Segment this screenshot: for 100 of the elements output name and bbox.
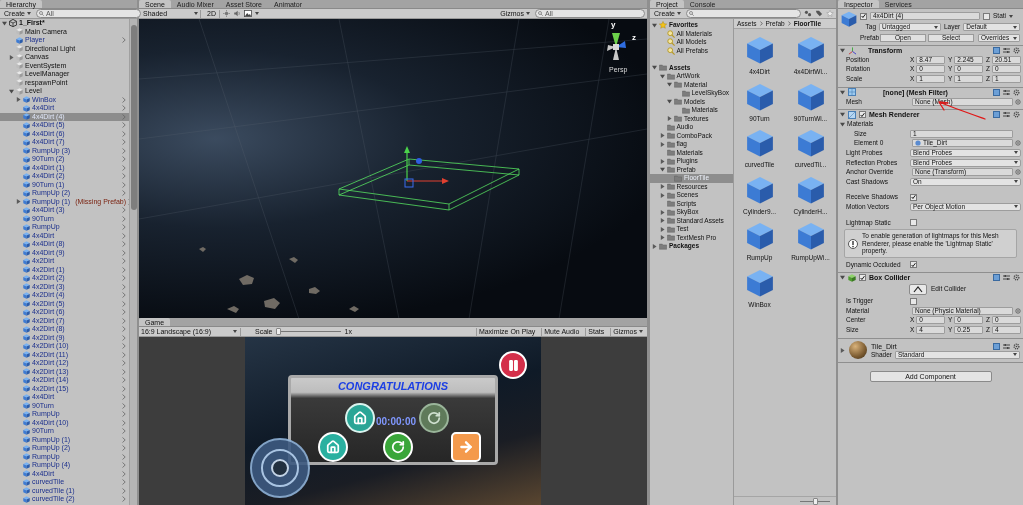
caret-icon xyxy=(1013,25,1017,29)
home-icon xyxy=(353,411,367,425)
cube-icon xyxy=(841,11,857,27)
disclosure-triangle-icon[interactable] xyxy=(659,158,665,164)
settings-icon[interactable] xyxy=(1013,88,1020,96)
search-icon xyxy=(538,11,543,16)
edit-collider-button[interactable] xyxy=(909,283,927,295)
caret-icon xyxy=(1014,180,1018,184)
disclosure-triangle-icon[interactable] xyxy=(16,97,21,103)
disclosure-triangle-icon[interactable] xyxy=(9,88,14,94)
disclosure-triangle-icon[interactable] xyxy=(840,121,845,127)
caret-icon xyxy=(639,330,643,333)
cube-icon xyxy=(745,175,774,204)
settings-icon[interactable] xyxy=(1013,47,1020,54)
disclosure-triangle-icon[interactable] xyxy=(840,89,845,95)
disclosure-triangle-icon[interactable] xyxy=(659,184,665,190)
scale-slider-thumb[interactable] xyxy=(276,328,282,335)
settings-icon[interactable] xyxy=(1013,111,1020,119)
disclosure-triangle-icon[interactable] xyxy=(667,99,672,105)
sliders-icon[interactable] xyxy=(1003,88,1010,96)
caret-icon xyxy=(27,12,31,15)
disclosure-triangle-icon[interactable] xyxy=(659,218,665,224)
disclosure-triangle-icon[interactable] xyxy=(652,243,657,249)
disclosure-triangle-icon[interactable] xyxy=(659,235,665,241)
caret-icon xyxy=(526,12,530,15)
checkbox[interactable] xyxy=(910,261,917,269)
scene-icon xyxy=(9,19,17,28)
sliders-icon[interactable] xyxy=(1003,274,1010,282)
disclosure-triangle-icon[interactable] xyxy=(652,22,657,28)
object-picker-icon[interactable] xyxy=(1015,140,1021,147)
sliders-icon[interactable] xyxy=(1003,342,1010,350)
help-book-icon[interactable] xyxy=(993,111,1000,119)
axis-label: y xyxy=(611,20,616,29)
object-picker-icon[interactable] xyxy=(1015,98,1021,105)
checkbox[interactable] xyxy=(859,274,866,282)
object-picker-icon[interactable] xyxy=(1015,169,1021,176)
caret-icon xyxy=(1014,151,1018,155)
disclosure-triangle-icon[interactable] xyxy=(659,133,665,139)
cube-icon xyxy=(745,129,774,157)
speaker-icon[interactable] xyxy=(232,10,241,17)
cube-icon xyxy=(745,82,774,111)
home-icon xyxy=(326,440,340,454)
filter-icon[interactable] xyxy=(804,10,812,17)
checkbox[interactable] xyxy=(910,297,917,305)
checkbox[interactable] xyxy=(983,12,990,20)
checkbox[interactable] xyxy=(860,12,867,20)
disclosure-triangle-icon[interactable] xyxy=(840,48,845,53)
disclosure-triangle-icon[interactable] xyxy=(9,54,14,60)
pause-button[interactable] xyxy=(499,351,527,379)
disclosure-triangle-icon[interactable] xyxy=(659,209,665,215)
disclosure-triangle-icon[interactable] xyxy=(659,141,665,147)
disclosure-triangle-icon[interactable] xyxy=(659,226,665,232)
disclosure-triangle-icon[interactable] xyxy=(840,347,845,353)
cube-icon xyxy=(796,175,825,204)
disclosure-triangle-icon[interactable] xyxy=(840,112,845,118)
chevron-right-icon[interactable] xyxy=(122,37,126,44)
disclosure-triangle-icon[interactable] xyxy=(667,116,672,122)
timer-text: 00:00:00 xyxy=(376,416,417,427)
disclosure-triangle-icon[interactable] xyxy=(667,82,672,88)
dialog-title: CONGRATULATIONS xyxy=(336,380,450,392)
sun-icon[interactable] xyxy=(222,10,230,17)
help-book-icon[interactable] xyxy=(993,88,1000,96)
settings-icon[interactable] xyxy=(1013,274,1020,282)
axis-label: z xyxy=(632,33,636,42)
sliders-icon[interactable] xyxy=(1003,111,1010,119)
help-book-icon[interactable] xyxy=(993,47,1000,54)
cube-icon xyxy=(796,36,825,64)
info-icon xyxy=(848,238,858,249)
search-icon xyxy=(39,11,44,16)
pause-icon xyxy=(506,358,520,372)
checkbox[interactable] xyxy=(910,219,917,226)
checkbox[interactable] xyxy=(910,193,917,201)
star-icon[interactable] xyxy=(826,10,834,17)
scrollbar[interactable] xyxy=(129,19,137,505)
home-button[interactable] xyxy=(345,403,375,433)
disclosure-triangle-icon[interactable] xyxy=(652,65,657,71)
caret-icon xyxy=(194,12,198,15)
disclosure-triangle-icon[interactable] xyxy=(659,192,665,198)
chevron-right-icon xyxy=(787,21,791,26)
checkbox[interactable] xyxy=(859,111,866,119)
object-picker-icon[interactable] xyxy=(1015,307,1021,314)
restart-button[interactable] xyxy=(419,403,449,433)
search-icon xyxy=(666,38,675,47)
disclosure-triangle-icon[interactable] xyxy=(2,20,7,26)
disclosure-triangle-icon[interactable] xyxy=(16,199,21,205)
chevron-right-icon xyxy=(759,21,763,26)
icon-size-slider-thumb[interactable] xyxy=(813,497,818,505)
disclosure-triangle-icon[interactable] xyxy=(659,73,665,79)
disclosure-triangle-icon[interactable] xyxy=(659,167,665,173)
search-field[interactable] xyxy=(686,9,801,18)
cube-icon xyxy=(745,268,774,297)
caret-icon xyxy=(1014,161,1018,165)
image-icon[interactable] xyxy=(243,10,252,17)
joystick-drawing[interactable] xyxy=(249,437,311,499)
disclosure-triangle-icon[interactable] xyxy=(840,275,845,281)
help-book-icon[interactable] xyxy=(993,274,1000,282)
next-button[interactable] xyxy=(451,432,481,462)
settings-icon[interactable] xyxy=(1013,342,1020,350)
sliders-icon[interactable] xyxy=(1003,47,1010,54)
help-book-icon[interactable] xyxy=(993,342,1000,350)
